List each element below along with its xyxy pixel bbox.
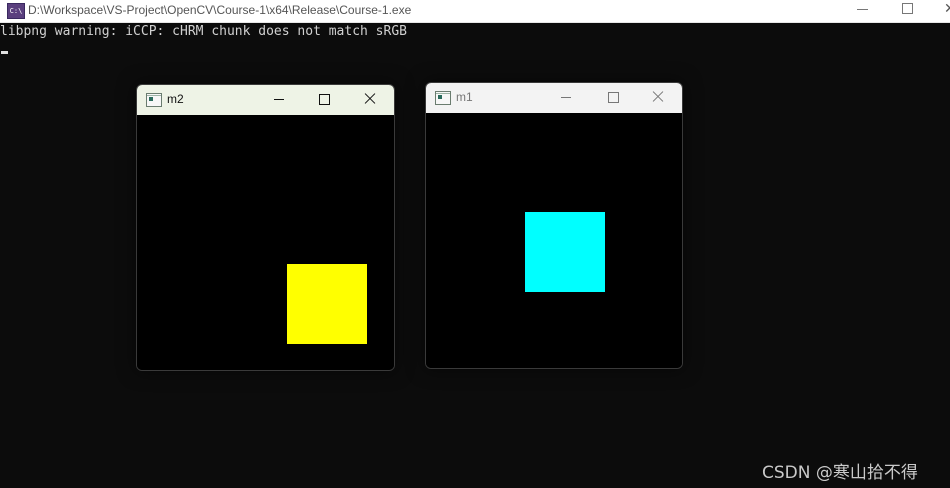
window-m2-title: m2: [167, 92, 184, 106]
window-m2-minimize-button[interactable]: [272, 91, 288, 107]
console-titlebar[interactable]: C:\ D:\Workspace\VS-Project\OpenCV\Cours…: [0, 0, 950, 23]
console-minimize-button[interactable]: [857, 1, 869, 17]
yellow-square: [287, 264, 367, 344]
console-maximize-button[interactable]: [902, 3, 913, 14]
console-cursor: [1, 51, 8, 54]
window-m1-image: [426, 113, 682, 368]
window-m1[interactable]: m1: [425, 82, 683, 369]
console-output-line: libpng warning: iCCP: cHRM chunk does no…: [0, 24, 407, 39]
window-m1-title: m1: [456, 90, 473, 104]
window-m2-maximize-button[interactable]: [319, 94, 330, 105]
window-m1-close-button[interactable]: [650, 89, 666, 105]
window-m1-titlebar[interactable]: m1: [426, 83, 682, 113]
window-app-icon: [146, 93, 162, 107]
console-close-button[interactable]: ✕: [944, 1, 950, 17]
cyan-square: [525, 212, 605, 292]
window-app-icon: [435, 91, 451, 105]
watermark: CSDN @寒山拾不得: [762, 463, 918, 483]
window-m1-minimize-button[interactable]: [559, 89, 575, 105]
console-app-icon: C:\: [7, 3, 25, 19]
window-m2-titlebar[interactable]: m2: [137, 85, 394, 115]
window-m2-close-button[interactable]: [362, 91, 378, 107]
window-m2[interactable]: m2: [136, 84, 395, 371]
window-m2-image: [137, 115, 394, 370]
window-m1-maximize-button[interactable]: [608, 92, 619, 103]
console-window-title: D:\Workspace\VS-Project\OpenCV\Course-1\…: [28, 3, 412, 17]
